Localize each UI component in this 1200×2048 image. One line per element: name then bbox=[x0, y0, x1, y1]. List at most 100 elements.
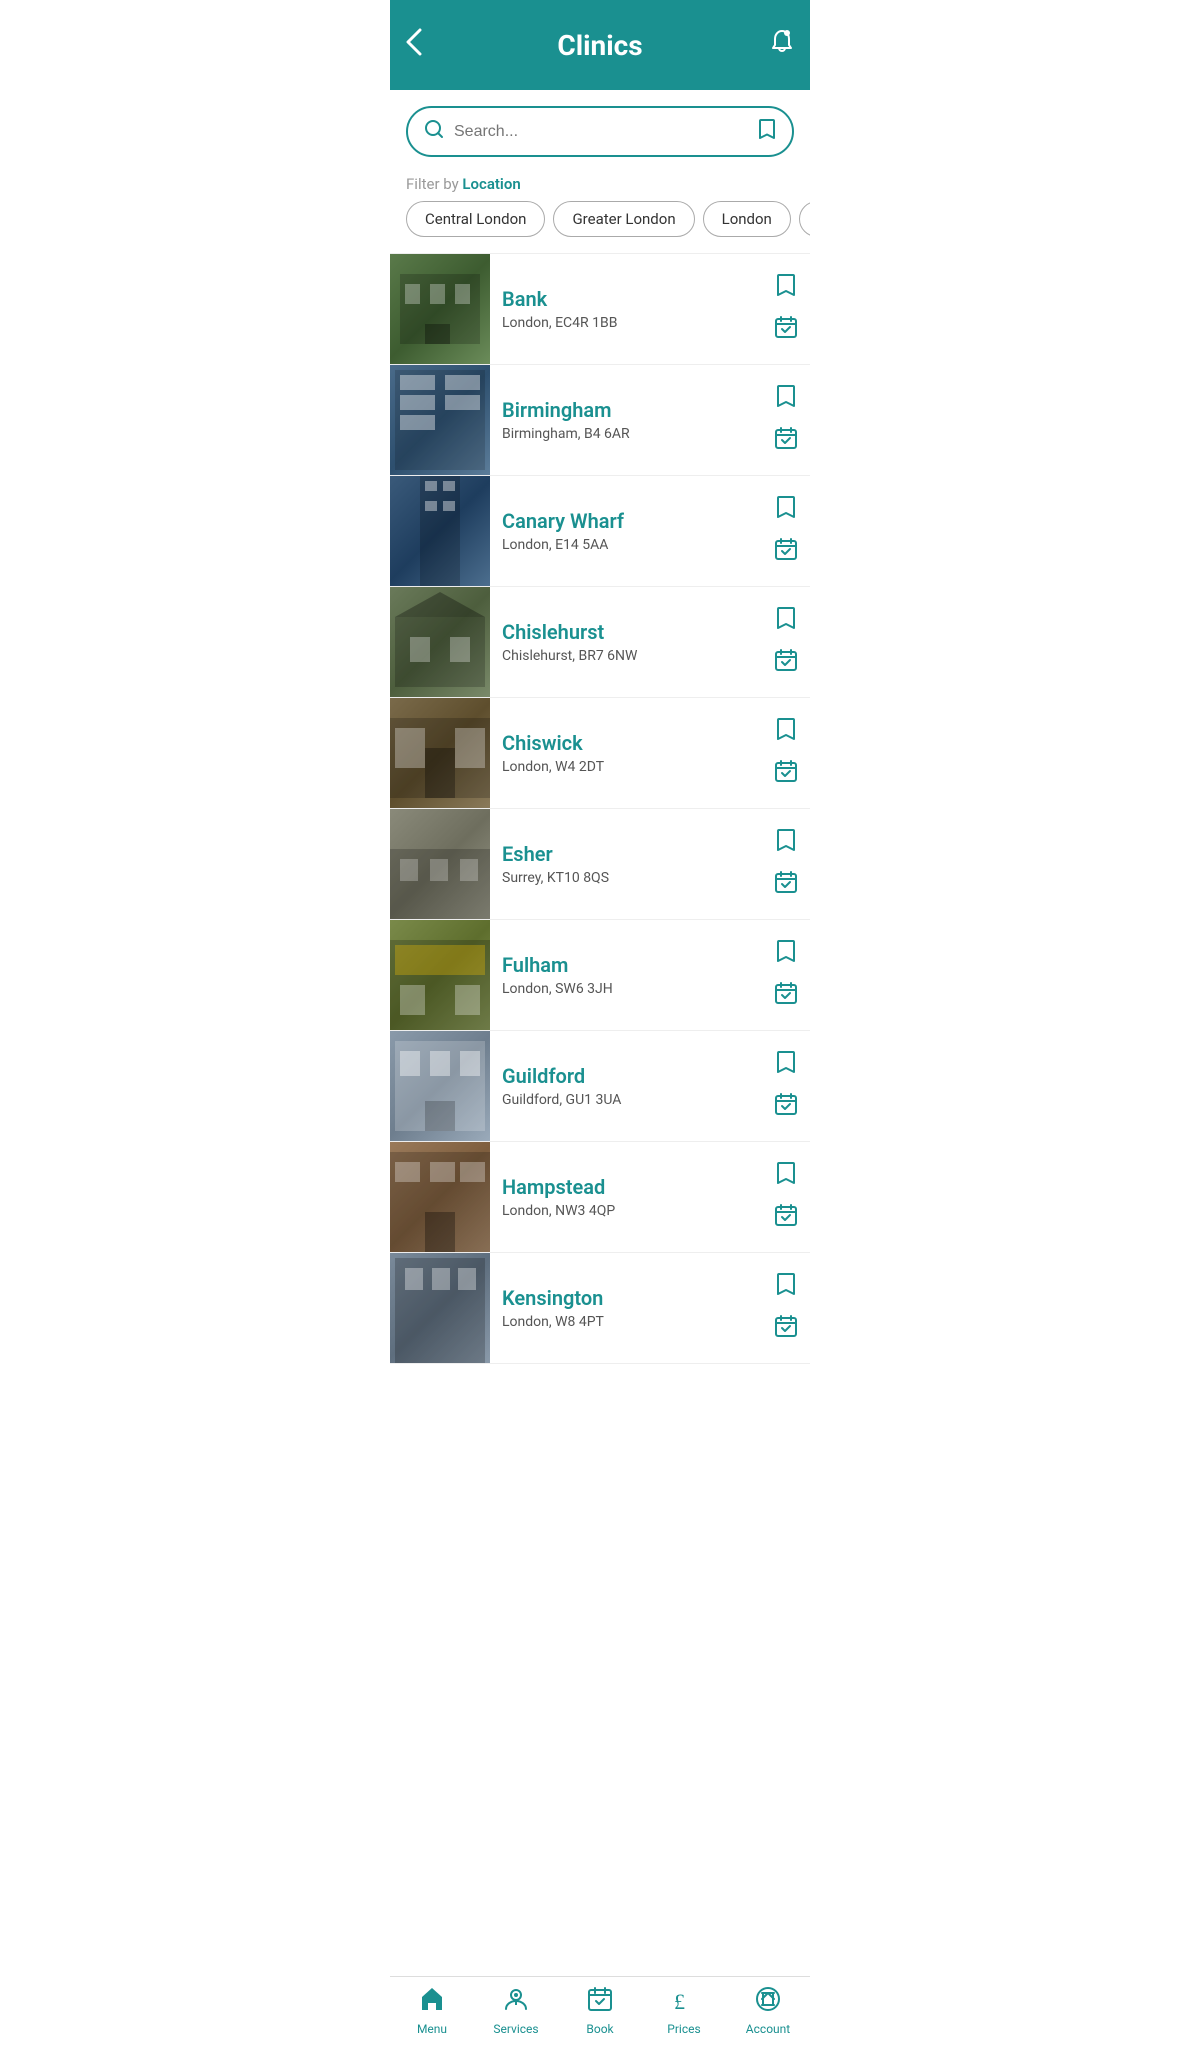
clinic-name: Bank bbox=[502, 287, 762, 311]
clinic-info: Bank London, EC4R 1BB bbox=[490, 275, 774, 343]
prices-icon: £ bbox=[670, 1985, 698, 2020]
calendar-icon[interactable] bbox=[774, 315, 798, 345]
clinic-info: Fulham London, SW6 3JH bbox=[490, 941, 774, 1009]
clinic-image bbox=[390, 1142, 490, 1252]
clinic-item[interactable]: Guildford Guildford, GU1 3UA bbox=[390, 1031, 810, 1142]
clinic-address: London, E14 5AA bbox=[502, 537, 762, 553]
nav-book-label: Book bbox=[586, 2022, 613, 2036]
nav-prices[interactable]: £ Prices bbox=[642, 1985, 726, 2036]
clinic-info: Birmingham Birmingham, B4 6AR bbox=[490, 386, 774, 454]
clinic-image bbox=[390, 254, 490, 364]
calendar-icon[interactable] bbox=[774, 1203, 798, 1233]
nav-services[interactable]: Services bbox=[474, 1985, 558, 2036]
clinic-address: London, NW3 4QP bbox=[502, 1203, 762, 1219]
nav-book[interactable]: Book bbox=[558, 1985, 642, 2036]
chip-central-london[interactable]: Central London bbox=[406, 201, 545, 237]
clinic-address: Guildford, GU1 3UA bbox=[502, 1092, 762, 1108]
calendar-icon[interactable] bbox=[774, 648, 798, 678]
clinic-info: Kensington London, W8 4PT bbox=[490, 1274, 774, 1342]
clinic-item[interactable]: Hampstead London, NW3 4QP bbox=[390, 1142, 810, 1253]
clinic-address: London, W4 2DT bbox=[502, 759, 762, 775]
bell-button[interactable] bbox=[770, 29, 794, 61]
clinic-actions bbox=[774, 1050, 810, 1122]
calendar-icon[interactable] bbox=[774, 1092, 798, 1122]
clinic-actions bbox=[774, 828, 810, 900]
nav-services-label: Services bbox=[493, 2022, 538, 2036]
bookmark-icon[interactable] bbox=[776, 1050, 796, 1080]
clinic-name: Chislehurst bbox=[502, 620, 762, 644]
clinic-info: Esher Surrey, KT10 8QS bbox=[490, 830, 774, 898]
calendar-icon[interactable] bbox=[774, 1314, 798, 1344]
clinic-item[interactable]: Chiswick London, W4 2DT bbox=[390, 698, 810, 809]
clinic-image bbox=[390, 698, 490, 808]
clinic-address: London, SW6 3JH bbox=[502, 981, 762, 997]
clinic-name: Chiswick bbox=[502, 731, 762, 755]
bookmark-icon[interactable] bbox=[776, 717, 796, 747]
header: Clinics bbox=[390, 0, 810, 90]
chip-online-doctor[interactable]: Online Doctor bbox=[799, 201, 810, 237]
nav-account-label: Account bbox=[746, 2022, 790, 2036]
chip-greater-london[interactable]: Greater London bbox=[553, 201, 694, 237]
clinic-name: Esher bbox=[502, 842, 762, 866]
clinic-address: London, EC4R 1BB bbox=[502, 315, 762, 331]
bookmark-icon[interactable] bbox=[776, 495, 796, 525]
calendar-icon[interactable] bbox=[774, 537, 798, 567]
search-container bbox=[390, 90, 810, 165]
svg-text:£: £ bbox=[674, 1989, 685, 2013]
clinic-item[interactable]: Bank London, EC4R 1BB bbox=[390, 254, 810, 365]
clinic-actions bbox=[774, 717, 810, 789]
clinic-image bbox=[390, 920, 490, 1030]
clinic-address: Surrey, KT10 8QS bbox=[502, 870, 762, 886]
clinic-info: Chislehurst Chislehurst, BR7 6NW bbox=[490, 608, 774, 676]
clinic-item[interactable]: Birmingham Birmingham, B4 6AR bbox=[390, 365, 810, 476]
clinic-name: Fulham bbox=[502, 953, 762, 977]
clinic-image bbox=[390, 587, 490, 697]
bookmark-icon[interactable] bbox=[776, 1272, 796, 1302]
search-bar bbox=[406, 106, 794, 157]
bookmark-header-icon[interactable] bbox=[758, 118, 776, 145]
clinic-actions bbox=[774, 495, 810, 567]
calendar-icon[interactable] bbox=[774, 870, 798, 900]
nav-menu[interactable]: Menu bbox=[390, 1985, 474, 2036]
bookmark-icon[interactable] bbox=[776, 939, 796, 969]
clinic-image bbox=[390, 809, 490, 919]
clinic-item[interactable]: Canary Wharf London, E14 5AA bbox=[390, 476, 810, 587]
bookmark-icon[interactable] bbox=[776, 384, 796, 414]
clinic-info: Guildford Guildford, GU1 3UA bbox=[490, 1052, 774, 1120]
clinic-item[interactable]: Kensington London, W8 4PT bbox=[390, 1253, 810, 1364]
clinic-info: Canary Wharf London, E14 5AA bbox=[490, 497, 774, 565]
clinic-address: Chislehurst, BR7 6NW bbox=[502, 648, 762, 664]
bottom-nav: Menu Services Book £ bbox=[390, 1976, 810, 2048]
clinic-name: Birmingham bbox=[502, 398, 762, 422]
clinic-item[interactable]: Fulham London, SW6 3JH bbox=[390, 920, 810, 1031]
calendar-icon[interactable] bbox=[774, 426, 798, 456]
search-input[interactable] bbox=[454, 123, 748, 141]
clinic-item[interactable]: Esher Surrey, KT10 8QS bbox=[390, 809, 810, 920]
calendar-icon[interactable] bbox=[774, 759, 798, 789]
clinic-image bbox=[390, 365, 490, 475]
clinic-info: Chiswick London, W4 2DT bbox=[490, 719, 774, 787]
nav-menu-label: Menu bbox=[417, 2022, 447, 2036]
services-icon bbox=[502, 1985, 530, 2020]
back-button[interactable] bbox=[406, 28, 422, 62]
clinic-list: Bank London, EC4R 1BB bbox=[390, 253, 810, 1364]
clinic-actions bbox=[774, 1272, 810, 1344]
clinic-name: Hampstead bbox=[502, 1175, 762, 1199]
bookmark-icon[interactable] bbox=[776, 273, 796, 303]
clinic-image bbox=[390, 476, 490, 586]
bookmark-icon[interactable] bbox=[776, 828, 796, 858]
clinic-actions bbox=[774, 273, 810, 345]
bookmark-icon[interactable] bbox=[776, 606, 796, 636]
clinic-address: London, W8 4PT bbox=[502, 1314, 762, 1330]
bookmark-icon[interactable] bbox=[776, 1161, 796, 1191]
calendar-icon[interactable] bbox=[774, 981, 798, 1011]
clinic-actions bbox=[774, 606, 810, 678]
book-icon bbox=[586, 1985, 614, 2020]
clinic-image bbox=[390, 1253, 490, 1363]
chip-london[interactable]: London bbox=[703, 201, 791, 237]
clinic-item[interactable]: Chislehurst Chislehurst, BR7 6NW bbox=[390, 587, 810, 698]
clinic-name: Canary Wharf bbox=[502, 509, 762, 533]
account-icon bbox=[754, 1985, 782, 2020]
nav-account[interactable]: Account bbox=[726, 1985, 810, 2036]
filter-chips: Central London Greater London London Onl… bbox=[390, 201, 810, 253]
